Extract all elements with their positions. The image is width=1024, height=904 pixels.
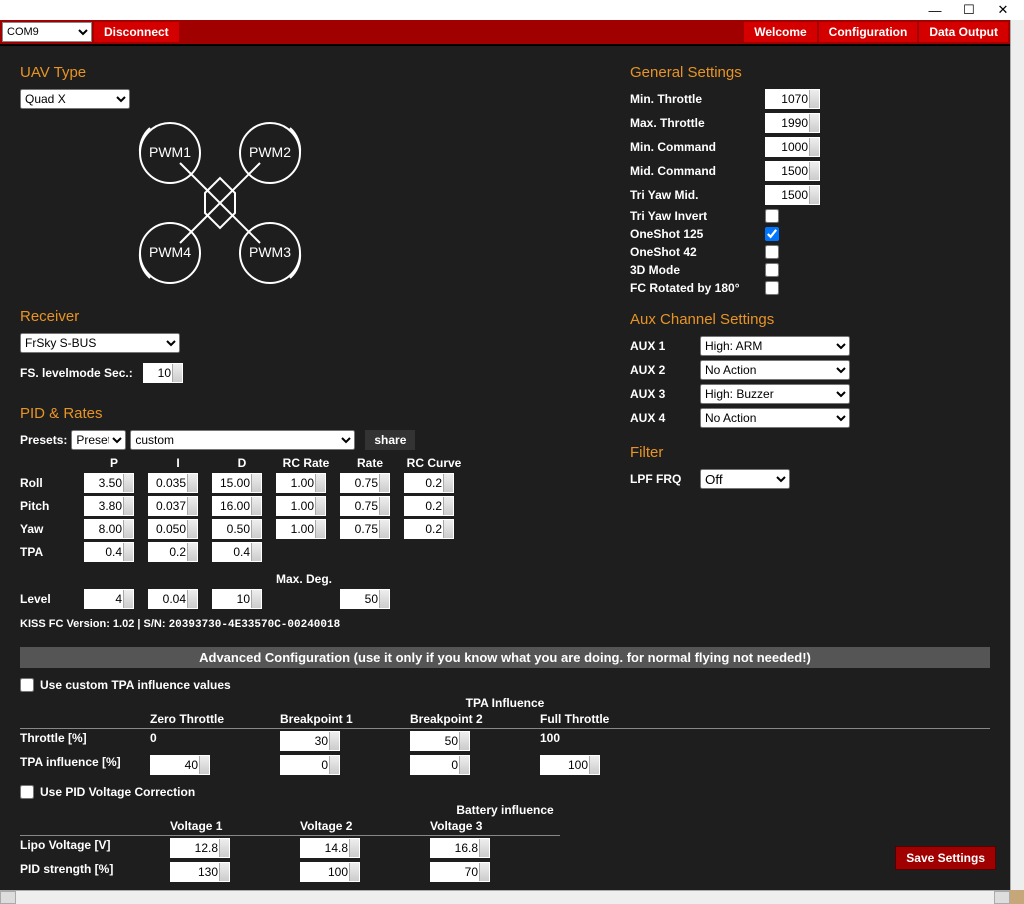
uav-type-heading: UAV Type bbox=[20, 64, 590, 81]
custom-tpa-checkbox[interactable] bbox=[20, 678, 34, 692]
pitch-rcrate[interactable]: 1.00 bbox=[276, 496, 326, 516]
svg-text:PWM2: PWM2 bbox=[249, 144, 291, 160]
yaw-i[interactable]: 0.050 bbox=[148, 519, 198, 539]
yaw-d[interactable]: 0.50 bbox=[212, 519, 262, 539]
titlebar: — ☐ ✕ bbox=[0, 0, 1024, 20]
save-settings-button[interactable]: Save Settings bbox=[895, 846, 996, 870]
row-tpa-label: TPA bbox=[20, 545, 80, 559]
minimize-button[interactable]: — bbox=[918, 0, 952, 20]
max-deg-label: Max. Deg. bbox=[276, 572, 400, 586]
pitch-rccurve[interactable]: 0.2 bbox=[404, 496, 454, 516]
close-button[interactable]: ✕ bbox=[986, 0, 1020, 20]
tab-welcome[interactable]: Welcome bbox=[744, 22, 816, 42]
row-pitch-label: Pitch bbox=[20, 499, 80, 513]
roll-p[interactable]: 3.50 bbox=[84, 473, 134, 493]
roll-i[interactable]: 0.035 bbox=[148, 473, 198, 493]
lipo-v2[interactable]: 14.8 bbox=[300, 838, 360, 858]
pidstr-1[interactable]: 130 bbox=[170, 862, 230, 882]
vertical-scrollbar[interactable] bbox=[1010, 20, 1024, 890]
horizontal-scrollbar[interactable] bbox=[0, 890, 1010, 904]
general-settings-heading: General Settings bbox=[630, 64, 990, 81]
receiver-select[interactable]: FrSky S-BUS bbox=[20, 333, 180, 353]
row-roll-label: Roll bbox=[20, 476, 80, 490]
disconnect-button[interactable]: Disconnect bbox=[94, 22, 179, 42]
custom-preset-select[interactable]: custom bbox=[130, 430, 355, 450]
port-select[interactable]: COM9 bbox=[2, 22, 92, 42]
app-body: COM9 Disconnect Welcome Configuration Da… bbox=[0, 20, 1010, 904]
3dmode-checkbox[interactable] bbox=[765, 263, 779, 277]
presets-label: Presets: bbox=[20, 433, 67, 447]
uav-type-select[interactable]: Quad X bbox=[20, 89, 130, 109]
level-d[interactable]: 10 bbox=[212, 589, 262, 609]
yaw-rate[interactable]: 0.75 bbox=[340, 519, 390, 539]
roll-d[interactable]: 15.00 bbox=[212, 473, 262, 493]
min-command-input[interactable]: 1000 bbox=[765, 137, 820, 157]
topbar: COM9 Disconnect Welcome Configuration Da… bbox=[0, 20, 1010, 46]
svg-text:PWM1: PWM1 bbox=[149, 144, 191, 160]
tpa-inf-0[interactable]: 40 bbox=[150, 755, 210, 775]
pidstr-2[interactable]: 100 bbox=[300, 862, 360, 882]
roll-rccurve[interactable]: 0.2 bbox=[404, 473, 454, 493]
throttle-bp1[interactable]: 30 bbox=[280, 731, 340, 751]
aux4-select[interactable]: No Action bbox=[700, 408, 850, 428]
roll-rcrate[interactable]: 1.00 bbox=[276, 473, 326, 493]
tpa-inf-3[interactable]: 100 bbox=[540, 755, 600, 775]
lpf-select[interactable]: Off bbox=[700, 469, 790, 489]
svg-text:PWM3: PWM3 bbox=[249, 244, 291, 260]
lipo-v3[interactable]: 16.8 bbox=[430, 838, 490, 858]
mid-command-input[interactable]: 1500 bbox=[765, 161, 820, 181]
tpa-inf-1[interactable]: 0 bbox=[280, 755, 340, 775]
receiver-heading: Receiver bbox=[20, 308, 590, 325]
tpa-inf-2[interactable]: 0 bbox=[410, 755, 470, 775]
quad-diagram: PWM1 PWM2 PWM3 PWM4 bbox=[110, 113, 590, 296]
level-maxdeg[interactable]: 50 bbox=[340, 589, 390, 609]
throttle-bp2[interactable]: 50 bbox=[410, 731, 470, 751]
oneshot125-checkbox[interactable] bbox=[765, 227, 779, 241]
preset-select[interactable]: Preset bbox=[71, 430, 126, 450]
pitch-i[interactable]: 0.037 bbox=[148, 496, 198, 516]
fc-rotated-checkbox[interactable] bbox=[765, 281, 779, 295]
level-p[interactable]: 4 bbox=[84, 589, 134, 609]
aux-settings-heading: Aux Channel Settings bbox=[630, 311, 990, 328]
pitch-rate[interactable]: 0.75 bbox=[340, 496, 390, 516]
svg-text:PWM4: PWM4 bbox=[149, 244, 191, 260]
level-i[interactable]: 0.04 bbox=[148, 589, 198, 609]
tri-yaw-mid-input[interactable]: 1500 bbox=[765, 185, 820, 205]
min-throttle-input[interactable]: 1070 bbox=[765, 89, 820, 109]
yaw-rcrate[interactable]: 1.00 bbox=[276, 519, 326, 539]
version-text: KISS FC Version: 1.02 | S/N: 20393730-4E… bbox=[20, 618, 590, 631]
tab-configuration[interactable]: Configuration bbox=[819, 22, 918, 42]
lipo-v1[interactable]: 12.8 bbox=[170, 838, 230, 858]
filter-heading: Filter bbox=[630, 444, 990, 461]
row-yaw-label: Yaw bbox=[20, 522, 80, 536]
pid-rates-heading: PID & Rates bbox=[20, 405, 590, 422]
share-button[interactable]: share bbox=[365, 430, 415, 450]
fs-levelmode-label: FS. levelmode Sec.: bbox=[20, 366, 135, 380]
window-frame: — ☐ ✕ COM9 Disconnect Welcome Configurat… bbox=[0, 0, 1024, 883]
yaw-rccurve[interactable]: 0.2 bbox=[404, 519, 454, 539]
tab-data-output[interactable]: Data Output bbox=[919, 22, 1008, 42]
pid-voltage-checkbox[interactable] bbox=[20, 785, 34, 799]
aux1-select[interactable]: High: ARM bbox=[700, 336, 850, 356]
maximize-button[interactable]: ☐ bbox=[952, 0, 986, 20]
aux2-select[interactable]: No Action bbox=[700, 360, 850, 380]
row-level-label: Level bbox=[20, 592, 80, 606]
advanced-banner: Advanced Configuration (use it only if y… bbox=[20, 647, 990, 668]
fs-levelmode-input[interactable]: 10 bbox=[143, 363, 183, 383]
aux3-select[interactable]: High: Buzzer bbox=[700, 384, 850, 404]
pitch-d[interactable]: 16.00 bbox=[212, 496, 262, 516]
tpa-i[interactable]: 0.2 bbox=[148, 542, 198, 562]
pitch-p[interactable]: 3.80 bbox=[84, 496, 134, 516]
tpa-p[interactable]: 0.4 bbox=[84, 542, 134, 562]
tpa-d[interactable]: 0.4 bbox=[212, 542, 262, 562]
tri-yaw-invert-checkbox[interactable] bbox=[765, 209, 779, 223]
roll-rate[interactable]: 0.75 bbox=[340, 473, 390, 493]
oneshot42-checkbox[interactable] bbox=[765, 245, 779, 259]
yaw-p[interactable]: 8.00 bbox=[84, 519, 134, 539]
pidstr-3[interactable]: 70 bbox=[430, 862, 490, 882]
max-throttle-input[interactable]: 1990 bbox=[765, 113, 820, 133]
main-area: UAV Type Quad X bbox=[0, 46, 1010, 890]
